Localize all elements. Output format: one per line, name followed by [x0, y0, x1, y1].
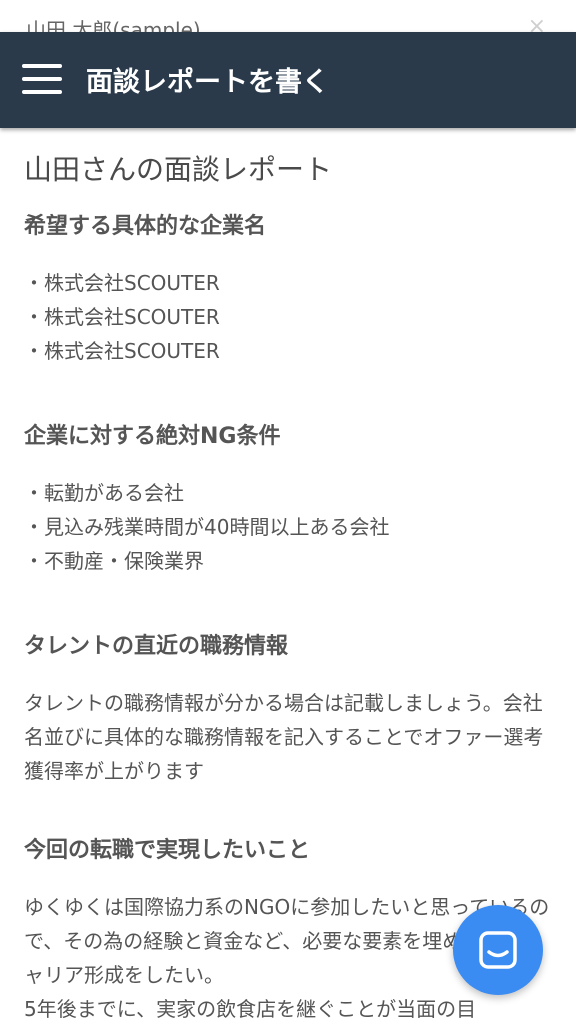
- list-item: ・株式会社SCOUTER: [24, 271, 220, 295]
- page-title: 山田さんの面談レポート: [24, 153, 333, 186]
- recent-job-text: タレントの職務情報が分かる場合は記載しましょう。会社名並びに具体的な職務情報を記…: [24, 691, 544, 783]
- candidate-name: 山田 太郎(sample): [26, 18, 201, 32]
- list-item: ・株式会社SCOUTER: [24, 305, 220, 329]
- section-heading-recent-job: タレントの直近の職務情報: [24, 634, 289, 659]
- company-list: ・株式会社SCOUTER ・株式会社SCOUTER ・株式会社SCOUTER: [24, 266, 554, 368]
- app-header: 面談レポートを書く: [0, 32, 576, 128]
- section-heading-ng: 企業に対する絶対NG条件: [24, 424, 281, 449]
- background-modal-header: 山田 太郎(sample) ×: [0, 0, 576, 32]
- section-heading-goals: 今回の転職で実現したいこと: [24, 838, 311, 863]
- list-item: ・不動産・保険業界: [24, 549, 204, 573]
- close-icon[interactable]: ×: [528, 14, 546, 32]
- list-item: ・株式会社SCOUTER: [24, 339, 220, 363]
- section-heading-companies: 希望する具体的な企業名: [24, 214, 267, 239]
- chat-button[interactable]: [453, 905, 543, 995]
- list-item: ・見込み残業時間が40時間以上ある会社: [24, 515, 390, 539]
- header-title: 面談レポートを書く: [86, 67, 329, 98]
- report-content: 山田さんの面談レポート 希望する具体的な企業名 ・株式会社SCOUTER ・株式…: [24, 128, 554, 1026]
- chat-icon: [479, 931, 517, 969]
- list-item: ・転勤がある会社: [24, 481, 184, 505]
- ng-list: ・転勤がある会社 ・見込み残業時間が40時間以上ある会社 ・不動産・保険業界: [24, 476, 554, 578]
- hamburger-icon[interactable]: [22, 62, 64, 96]
